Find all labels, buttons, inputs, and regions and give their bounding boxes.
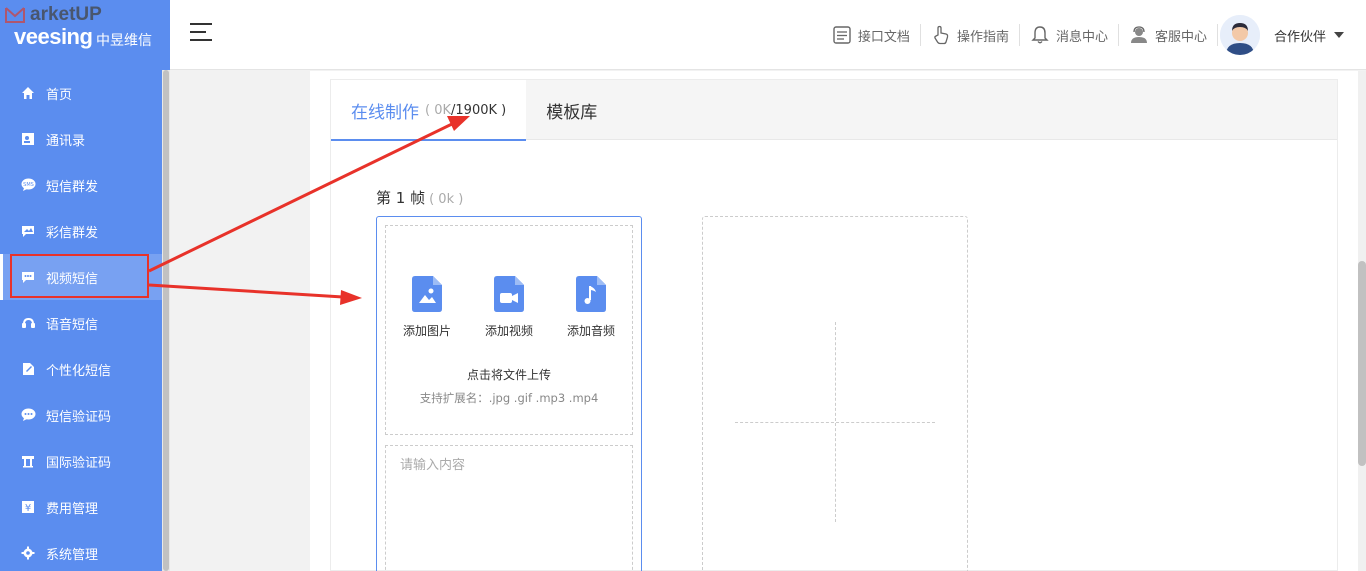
main-scrollbar[interactable] (1358, 71, 1366, 571)
sms-icon: SMS (20, 177, 36, 193)
sidebar-item-label: 短信验证码 (46, 409, 112, 425)
frame-editor: 添加图片 添加视频 添加音频 点击将文件上传 支持扩展名：.jpg .gif .… (376, 216, 642, 571)
sidebar-item-label: 费用管理 (46, 501, 99, 517)
frame-size: ( 0k ) (429, 192, 464, 207)
plus-vertical (835, 322, 836, 522)
sidebar-item-home[interactable]: 首页 (0, 70, 162, 116)
sidebar-item-mms[interactable]: 彩信群发 (0, 208, 162, 254)
add-audio-button[interactable]: 添加音频 (561, 276, 621, 339)
sidebar-item-label: 首页 (46, 87, 73, 103)
top-header: 接口文档 操作指南 消息中心 客服中心 合作伙伴 (170, 0, 1366, 70)
brand-logo: veesing (14, 24, 93, 49)
sidebar-item-contacts[interactable]: 通讯录 (0, 116, 162, 162)
text-zone (385, 445, 633, 571)
upload-tip: 点击将文件上传 (466, 368, 551, 382)
bell-icon (1031, 26, 1049, 44)
tab-label: 在线制作 (351, 102, 419, 123)
size-counter: ( 0K/1900K ) (425, 102, 507, 118)
add-video-button[interactable]: 添加视频 (479, 276, 539, 339)
header-links: 接口文档 操作指南 消息中心 客服中心 合作伙伴 (822, 0, 1366, 70)
sidebar-item-custom-sms[interactable]: 个性化短信 (0, 346, 162, 392)
guide-link[interactable]: 操作指南 (921, 24, 1020, 46)
header-link-label: 接口文档 (857, 29, 910, 45)
header-link-label: 客服中心 (1154, 29, 1207, 45)
sidebar-item-label: 系统管理 (46, 547, 99, 563)
svg-text:¥: ¥ (25, 503, 31, 514)
sidebar-item-system[interactable]: 系统管理 (0, 530, 162, 571)
settings-icon (20, 545, 36, 561)
add-frame-button[interactable] (702, 216, 968, 571)
upload-zone[interactable]: 添加图片 添加视频 添加音频 点击将文件上传 支持扩展名：.jpg .gif .… (385, 225, 633, 435)
sidebar-scrollbar[interactable] (162, 70, 170, 571)
frame-title: 第 1 帧( 0k ) (376, 189, 464, 207)
image-file-icon (412, 276, 442, 312)
audio-file-icon (576, 276, 606, 312)
sidebar-item-voice[interactable]: 语音短信 (0, 300, 162, 346)
yen-icon: ¥ (20, 499, 36, 515)
api-doc-link[interactable]: 接口文档 (822, 24, 921, 46)
tab-label: 模板库 (546, 102, 598, 123)
verify-icon (20, 407, 36, 423)
tab-bar: 在线制作 ( 0K/1900K ) 模板库 (331, 80, 1337, 141)
sidebar-item-intl-verify[interactable]: 国际验证码 (0, 438, 162, 484)
annotation-highlight-box (10, 254, 149, 298)
sidebar-item-sms-verify[interactable]: 短信验证码 (0, 392, 162, 438)
sidebar-item-label: 语音短信 (46, 317, 99, 333)
sidebar-item-label: 国际验证码 (46, 455, 112, 471)
home-icon (20, 85, 36, 101)
hand-pointer-icon (934, 25, 949, 45)
upload-extensions: 支持扩展名：.jpg .gif .mp3 .mp4 (419, 391, 599, 405)
marketup-logo-icon (5, 7, 25, 23)
chevron-down-icon[interactable] (1334, 32, 1344, 38)
menu-toggle-icon[interactable] (190, 23, 212, 45)
custom-icon (20, 361, 36, 377)
tab-online-create[interactable]: 在线制作 ( 0K/1900K ) (331, 80, 527, 141)
watermark-text: arketUP (30, 4, 102, 25)
content-area: 在线制作 ( 0K/1900K ) 模板库 第 1 帧( 0k ) 添加图片 添… (170, 71, 1358, 571)
svg-text:SMS: SMS (23, 182, 34, 188)
voice-icon (20, 315, 36, 331)
sidebar-nav: 首页 通讯录 SMS 短信群发 彩信群发 视频短信 语音短信 个性化短信 短信验 (0, 70, 162, 571)
sidebar-item-label: 通讯录 (46, 133, 86, 149)
header-link-label: 消息中心 (1055, 29, 1108, 45)
main-scrollbar-thumb[interactable] (1358, 261, 1366, 466)
api-doc-icon (833, 26, 851, 44)
tab-template-library[interactable]: 模板库 (526, 80, 617, 140)
add-image-button[interactable]: 添加图片 (397, 276, 457, 339)
sidebar-item-label: 短信群发 (46, 179, 99, 195)
add-video-label: 添加视频 (484, 324, 533, 338)
video-sms-editor-card: 在线制作 ( 0K/1900K ) 模板库 第 1 帧( 0k ) 添加图片 添… (330, 79, 1338, 571)
content-textarea[interactable] (386, 446, 632, 571)
video-file-icon (494, 276, 524, 312)
user-name[interactable]: 合作伙伴 (1274, 26, 1326, 45)
add-audio-label: 添加音频 (566, 324, 615, 338)
avatar[interactable] (1219, 15, 1260, 55)
sidebar-item-sms[interactable]: SMS 短信群发 (0, 162, 162, 208)
add-image-label: 添加图片 (402, 324, 451, 338)
header-link-label: 操作指南 (956, 29, 1009, 45)
brand-logo-cn: 中昱维信 (96, 33, 152, 49)
sidebar-item-label: 个性化短信 (46, 363, 112, 379)
contacts-icon (20, 131, 36, 147)
logo-area: arketUP veesing 中昱维信 (0, 0, 170, 70)
message-center-link[interactable]: 消息中心 (1020, 24, 1119, 46)
customer-service-icon (1130, 26, 1147, 43)
sidebar-item-label: 彩信群发 (46, 225, 99, 241)
watermark: arketUP (4, 4, 102, 26)
sidebar-scrollbar-thumb[interactable] (163, 70, 169, 571)
international-icon (20, 453, 36, 469)
sidebar-item-billing[interactable]: ¥ 费用管理 (0, 484, 162, 530)
user-avatar-icon (1219, 15, 1260, 55)
customer-service-link[interactable]: 客服中心 (1119, 24, 1218, 46)
image-message-icon (20, 223, 36, 239)
